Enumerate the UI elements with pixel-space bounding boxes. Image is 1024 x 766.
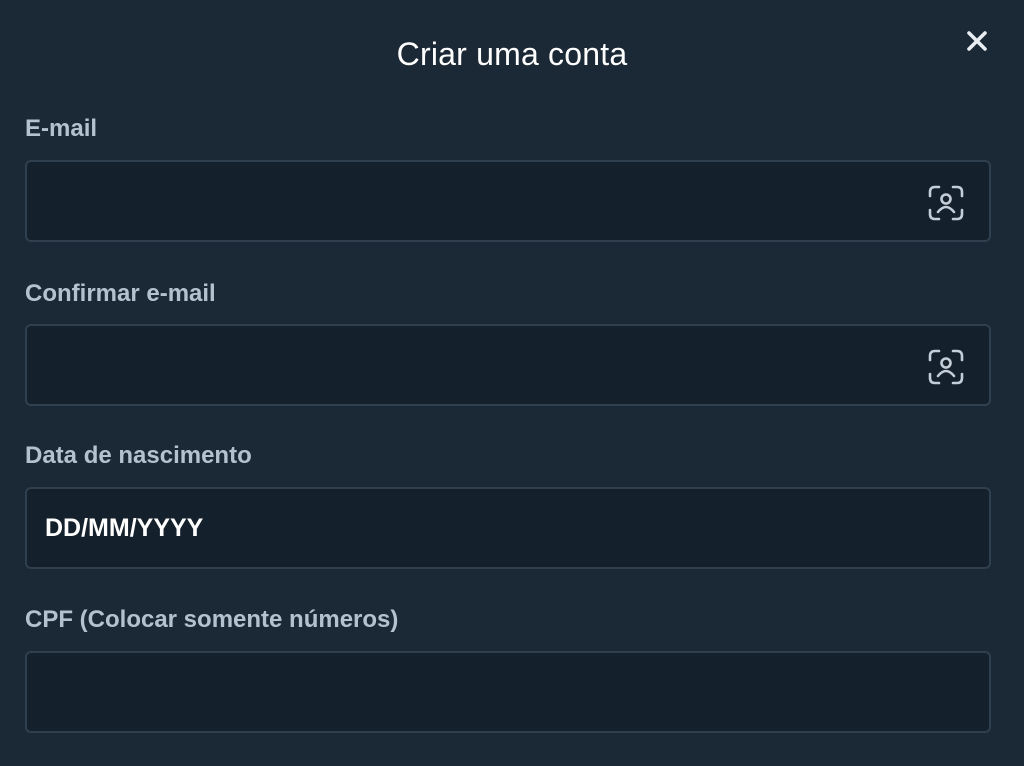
modal-title: Criar uma conta (396, 36, 628, 72)
email-label: E-mail (25, 115, 98, 142)
cpf-field[interactable] (25, 651, 991, 733)
email-field[interactable] (25, 160, 991, 242)
person-scan-icon[interactable] (927, 184, 965, 222)
email-input[interactable] (45, 162, 925, 240)
person-scan-icon[interactable] (927, 348, 965, 386)
cpf-label: CPF (Colocar somente números) (25, 606, 399, 633)
close-button[interactable] (958, 26, 996, 56)
birth-date-label: Data de nascimento (25, 442, 252, 469)
confirm-email-field[interactable] (25, 324, 991, 406)
confirm-email-label: Confirmar e-mail (25, 280, 216, 307)
birth-date-input[interactable] (45, 489, 925, 567)
create-account-modal: Criar uma conta E-mail Confirmar e-mail (0, 0, 1024, 766)
confirm-email-input[interactable] (45, 326, 925, 404)
birth-date-field[interactable] (25, 487, 991, 569)
close-icon (967, 31, 987, 51)
cpf-input[interactable] (45, 653, 925, 731)
